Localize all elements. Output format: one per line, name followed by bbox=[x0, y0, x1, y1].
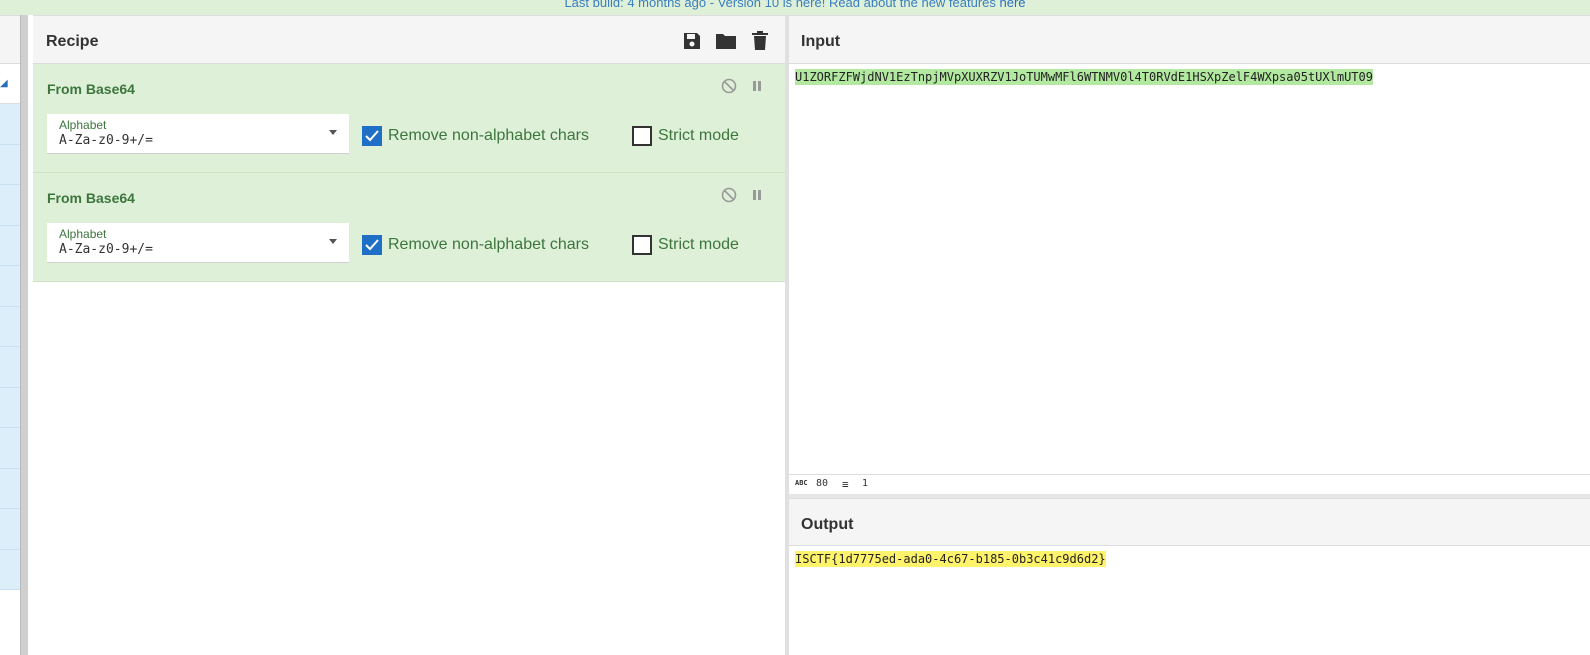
checkbox-unchecked-icon[interactable] bbox=[632, 126, 652, 146]
input-title: Input bbox=[801, 33, 841, 50]
checkbox-checked-icon[interactable] bbox=[362, 235, 382, 255]
panel-resize-handle[interactable] bbox=[20, 15, 28, 655]
operation-list-item[interactable] bbox=[0, 468, 20, 509]
alphabet-select[interactable]: Alphabet A-Za-z0-9+/= bbox=[47, 114, 349, 154]
operation-title: From Base64 bbox=[47, 81, 135, 97]
input-lines: 1 bbox=[862, 478, 869, 489]
remove-non-alphabet-checkbox[interactable]: Remove non-alphabet chars bbox=[362, 235, 589, 255]
operation-list-item[interactable] bbox=[0, 306, 20, 347]
recipe-operation: From Base64 Alphabet A-Za-z0-9+/= Remove… bbox=[33, 173, 785, 282]
caret-icon: ◢ bbox=[0, 78, 8, 89]
input-header: Input bbox=[789, 16, 1590, 64]
operations-panel-edge: ◢ bbox=[0, 15, 20, 655]
lines-icon: ≡ bbox=[842, 478, 849, 491]
operation-list-item[interactable] bbox=[0, 387, 20, 428]
output-header: Output bbox=[789, 499, 1590, 546]
banner-link[interactable]: here bbox=[1000, 0, 1026, 10]
alphabet-value: A-Za-z0-9+/= bbox=[59, 242, 153, 257]
operations-header bbox=[0, 16, 20, 64]
update-banner: Last build: 4 months ago - Version 10 is… bbox=[0, 0, 1590, 15]
checkbox-unchecked-icon[interactable] bbox=[632, 235, 652, 255]
alphabet-label: Alphabet bbox=[59, 118, 107, 132]
output-title: Output bbox=[801, 516, 854, 533]
checkbox-label: Strict mode bbox=[658, 127, 739, 144]
operation-list-item[interactable] bbox=[0, 225, 20, 266]
checkbox-label: Remove non-alphabet chars bbox=[388, 127, 590, 144]
strict-mode-checkbox[interactable]: Strict mode bbox=[632, 126, 739, 146]
pause-icon[interactable] bbox=[749, 187, 765, 203]
recipe-header: Recipe bbox=[33, 16, 785, 64]
input-panel: Input U1ZORFZFWjdNV1EzTnpjMVpXUXRZV1JoTU… bbox=[789, 15, 1590, 493]
operation-title: From Base64 bbox=[47, 190, 135, 206]
remove-non-alphabet-checkbox[interactable]: Remove non-alphabet chars bbox=[362, 126, 589, 146]
alphabet-label: Alphabet bbox=[59, 227, 107, 241]
disable-icon[interactable] bbox=[721, 78, 737, 94]
operation-list-item[interactable] bbox=[0, 549, 20, 590]
input-textarea[interactable]: U1ZORFZFWjdNV1EzTnpjMVpXUXRZV1JoTUMwMFl6… bbox=[795, 69, 1373, 85]
recipe-panel: Recipe From Base64 Alphabet A-Za-z0-9+/=… bbox=[33, 15, 785, 655]
operation-list-item[interactable] bbox=[0, 347, 20, 388]
chevron-down-icon bbox=[329, 130, 337, 135]
alphabet-value: A-Za-z0-9+/= bbox=[59, 133, 153, 148]
recipe-operation: From Base64 Alphabet A-Za-z0-9+/= Remove… bbox=[33, 64, 785, 173]
checkbox-checked-icon[interactable] bbox=[362, 126, 382, 146]
checkbox-label: Remove non-alphabet chars bbox=[388, 236, 590, 253]
operation-list-item[interactable] bbox=[0, 185, 20, 226]
chevron-down-icon bbox=[329, 239, 337, 244]
operation-list-item[interactable] bbox=[0, 509, 20, 550]
checkbox-label: Strict mode bbox=[658, 236, 739, 253]
save-icon[interactable] bbox=[681, 30, 703, 52]
operation-list-item[interactable] bbox=[0, 144, 20, 185]
strict-mode-checkbox[interactable]: Strict mode bbox=[632, 235, 739, 255]
operation-list-item[interactable] bbox=[0, 428, 20, 469]
disable-icon[interactable] bbox=[721, 187, 737, 203]
banner-text: Last build: 4 months ago - Version 10 is… bbox=[564, 0, 1000, 10]
output-textarea[interactable]: ISCTF{1d7775ed-ada0-4c67-b185-0b3c41c9d6… bbox=[795, 551, 1106, 567]
operations-search[interactable]: ◢ bbox=[0, 64, 20, 104]
operation-list-item[interactable] bbox=[0, 266, 20, 307]
pause-icon[interactable] bbox=[749, 78, 765, 94]
input-length: 80 bbox=[816, 478, 829, 489]
recipe-title: Recipe bbox=[46, 33, 99, 50]
alphabet-select[interactable]: Alphabet A-Za-z0-9+/= bbox=[47, 223, 349, 263]
input-status-bar: ABC 80 ≡ 1 bbox=[789, 474, 1590, 494]
trash-icon[interactable] bbox=[749, 30, 771, 52]
length-icon: ABC bbox=[795, 479, 808, 487]
output-panel: Output ISCTF{1d7775ed-ada0-4c67-b185-0b3… bbox=[789, 498, 1590, 655]
folder-icon[interactable] bbox=[715, 30, 737, 52]
operation-list-item[interactable] bbox=[0, 104, 20, 145]
